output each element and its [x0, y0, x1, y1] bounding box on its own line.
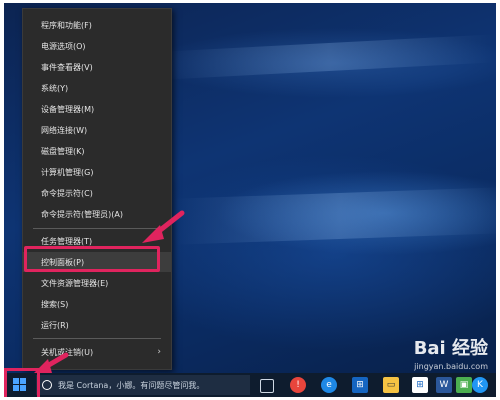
menu-item-label: 运行(R) — [41, 320, 69, 330]
taskbar: 我是 Cortana，小娜。有问题尽管问我。 ! e ⊞ ▭ ⊞ W ▣ K — [4, 373, 496, 397]
menu-item-label: 事件查看器(V) — [41, 62, 93, 72]
menu-item-device-manager[interactable]: 设备管理器(M) — [23, 99, 171, 119]
cortana-icon — [42, 380, 52, 390]
menu-item-power-options[interactable]: 电源选项(O) — [23, 36, 171, 56]
menu-item-system[interactable]: 系统(Y) — [23, 78, 171, 98]
search-placeholder: 我是 Cortana，小娜。有问题尽管问我。 — [58, 380, 205, 390]
word-icon[interactable]: W — [436, 377, 452, 393]
menu-item-programs-features[interactable]: 程序和功能(F) — [23, 15, 171, 35]
menu-item-label: 电源选项(O) — [41, 41, 86, 51]
menu-item-search[interactable]: 搜索(S) — [23, 294, 171, 314]
task-view-icon[interactable] — [260, 379, 274, 393]
wallpaper-light-beam — [174, 187, 496, 245]
menu-item-label: 任务管理器(T) — [41, 236, 93, 246]
edge-icon[interactable]: e — [321, 377, 337, 393]
store-icon[interactable]: ⊞ — [352, 377, 368, 393]
winx-context-menu: 程序和功能(F) 电源选项(O) 事件查看器(V) 系统(Y) 设备管理器(M)… — [22, 8, 172, 370]
watermark-url: jingyan.baidu.com — [414, 362, 488, 371]
menu-item-label: 关机或注销(U) — [41, 347, 94, 357]
app-icon-red[interactable]: ! — [290, 377, 306, 393]
menu-item-label: 设备管理器(M) — [41, 104, 95, 114]
menu-item-label: 磁盘管理(K) — [41, 146, 85, 156]
menu-separator — [33, 338, 161, 339]
menu-item-event-viewer[interactable]: 事件查看器(V) — [23, 57, 171, 77]
menu-item-label: 文件资源管理器(E) — [41, 278, 109, 288]
menu-item-label: 计算机管理(G) — [41, 167, 94, 177]
menu-item-file-explorer[interactable]: 文件资源管理器(E) — [23, 273, 171, 293]
menu-item-command-prompt[interactable]: 命令提示符(C) — [23, 183, 171, 203]
desktop-area: 程序和功能(F) 电源选项(O) 事件查看器(V) 系统(Y) 设备管理器(M)… — [4, 3, 496, 397]
windows-store-icon[interactable]: ⊞ — [412, 377, 428, 393]
menu-item-label: 命令提示符(C) — [41, 188, 93, 198]
menu-item-label: 搜索(S) — [41, 299, 69, 309]
menu-item-run[interactable]: 运行(R) — [23, 315, 171, 335]
screenshot-frame: 程序和功能(F) 电源选项(O) 事件查看器(V) 系统(Y) 设备管理器(M)… — [0, 0, 500, 400]
menu-item-computer-management[interactable]: 计算机管理(G) — [23, 162, 171, 182]
menu-item-disk-management[interactable]: 磁盘管理(K) — [23, 141, 171, 161]
cortana-search-box[interactable]: 我是 Cortana，小娜。有问题尽管问我。 — [36, 375, 250, 395]
menu-item-shutdown-signout[interactable]: 关机或注销(U) › — [23, 342, 171, 362]
menu-item-label: 命令提示符(管理员)(A) — [41, 209, 123, 219]
wallpaper-light-beam — [164, 34, 494, 80]
menu-item-label: 网络连接(W) — [41, 125, 88, 135]
baidu-jingyan-watermark: Bai 经验 jingyan.baidu.com — [414, 334, 488, 371]
menu-item-network-connections[interactable]: 网络连接(W) — [23, 120, 171, 140]
menu-item-label: 程序和功能(F) — [41, 20, 92, 30]
highlight-box — [24, 246, 160, 272]
menu-separator — [33, 228, 161, 229]
chevron-right-icon: › — [157, 347, 161, 357]
k-app-icon[interactable]: K — [472, 377, 488, 393]
menu-item-label: 系统(Y) — [41, 83, 69, 93]
folder-icon[interactable]: ▭ — [383, 377, 399, 393]
tablet-icon[interactable]: ▣ — [456, 377, 472, 393]
menu-item-command-prompt-admin[interactable]: 命令提示符(管理员)(A) — [23, 204, 171, 224]
watermark-logo-text: Bai 经验 — [413, 338, 488, 359]
start-button-highlight — [4, 368, 40, 397]
